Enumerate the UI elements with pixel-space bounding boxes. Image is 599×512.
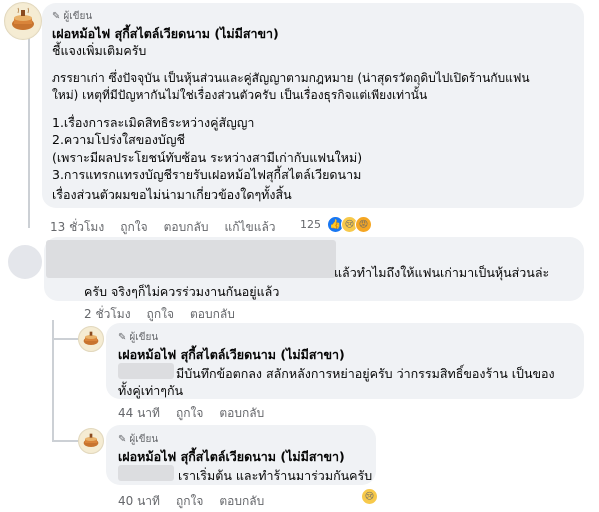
reply2-commenter-name[interactable]: เฝอหม้อไฟ สุกี้สไตล์เวียดนาม (ไม่มีสาขา): [118, 447, 345, 467]
reply2-mention-redacted: [118, 465, 174, 481]
comment-line-5: 2.ความโปร่งใสของบัญชี: [52, 132, 185, 147]
comment-line-3: ใหม่) เหตุที่มีปัญหากันไม่ใช่เรื่องส่วนต…: [52, 88, 428, 102]
author-badge-label: ผู้เขียน: [63, 11, 93, 22]
comment-line-8: เรื่องส่วนตัวผมขอไม่น่ามาเกี่ยวข้องใดๆทั…: [52, 187, 292, 202]
comment2-line-2: ครับ จริงๆก็ไม่ควรร่วมงานกันอยู่แล้ว: [84, 284, 280, 299]
thread-line-main: [28, 38, 30, 228]
redacted-name: [46, 240, 336, 278]
angry-reaction-icon: 😡: [355, 216, 372, 233]
reaction-summary[interactable]: 125 👍 😢 😡: [300, 216, 372, 233]
comment-line-1: ชี้แจงเพิ่มเติมครับ: [52, 43, 147, 58]
reaction-count: 125: [300, 218, 321, 231]
hotpot-logo-icon: [6, 4, 40, 38]
reply-button[interactable]: ตอบกลับ: [164, 218, 209, 237]
user-avatar-blurred[interactable]: [8, 245, 42, 279]
reply2-hotpot-logo-icon: [79, 429, 103, 453]
page-avatar[interactable]: [4, 2, 42, 40]
pencil-icon: ✎: [52, 11, 61, 22]
reply2-badge-label: ผู้เขียน: [129, 434, 159, 445]
reply1-badge-label: ผู้เขียน: [129, 332, 159, 343]
comment2-reply-button[interactable]: ตอบกลับ: [190, 305, 235, 324]
reply2-reply-button[interactable]: ตอบกลับ: [219, 492, 264, 511]
reply1-reply-button[interactable]: ตอบกลับ: [219, 404, 264, 423]
thread-branch-1: [52, 338, 78, 340]
comment2-line-1: แล้วทำไมถึงให้แฟนเก่ามาเป็นหุ้นส่วนล่ะ: [334, 265, 550, 280]
reply1-commenter-name[interactable]: เฝอหม้อไฟ สุกี้สไตล์เวียดนาม (ไม่มีสาขา): [118, 345, 345, 365]
reply1-page-avatar[interactable]: [78, 326, 104, 352]
author-badge: ✎ ผู้เขียน: [52, 9, 92, 24]
like-button[interactable]: ถูกใจ: [120, 218, 147, 237]
comment2-like-button[interactable]: ถูกใจ: [147, 305, 174, 324]
reply2-line-1: เราเริ่มต้น และทำร้านมาร่วมกันครับ: [178, 468, 373, 483]
reply1-like-button[interactable]: ถูกใจ: [176, 404, 203, 423]
reply2-page-avatar[interactable]: [78, 428, 104, 454]
thread-branch-2: [52, 440, 78, 442]
comment2-time[interactable]: 2 ชั่วโมง: [84, 305, 131, 324]
reply2-author-badge: ✎ ผู้เขียน: [118, 432, 158, 447]
reply1-mention-redacted: [118, 363, 174, 379]
reply2-time[interactable]: 40 นาที: [118, 492, 160, 511]
reply1-hotpot-logo-icon: [79, 327, 103, 351]
comment-line-7: 3.การแทรกแทรงบัญชีรายรับเฝอหม้อไฟสุกี้สไ…: [52, 167, 362, 182]
reply1-line-2: ทั้งคู่เท่าๆกัน: [118, 383, 184, 398]
reply2-like-button[interactable]: ถูกใจ: [176, 492, 203, 511]
reply2-sad-reaction-icon: 😢: [361, 488, 378, 505]
edited-label[interactable]: แก้ไขแล้ว: [224, 218, 275, 237]
comment-actions-main: 13 ชั่วโมง ถูกใจ ตอบกลับ แก้ไขแล้ว: [50, 218, 276, 237]
reply2-pencil-icon: ✎: [118, 434, 127, 445]
reply1-line-1: มีบันทึกข้อตกลง สลักหลังการหย่าอยู่ครับ …: [176, 366, 555, 381]
reply1-pencil-icon: ✎: [118, 332, 127, 343]
reply1-time[interactable]: 44 นาที: [118, 404, 160, 423]
reply2-actions: 40 นาที ถูกใจ ตอบกลับ: [118, 492, 264, 511]
comment-actions-2: 2 ชั่วโมง ถูกใจ ตอบกลับ: [84, 305, 235, 324]
reply1-author-badge: ✎ ผู้เขียน: [118, 330, 158, 345]
reply1-actions: 44 นาที ถูกใจ ตอบกลับ: [118, 404, 264, 423]
reply2-reaction[interactable]: 😢: [361, 488, 378, 505]
comment-time[interactable]: 13 ชั่วโมง: [50, 218, 104, 237]
